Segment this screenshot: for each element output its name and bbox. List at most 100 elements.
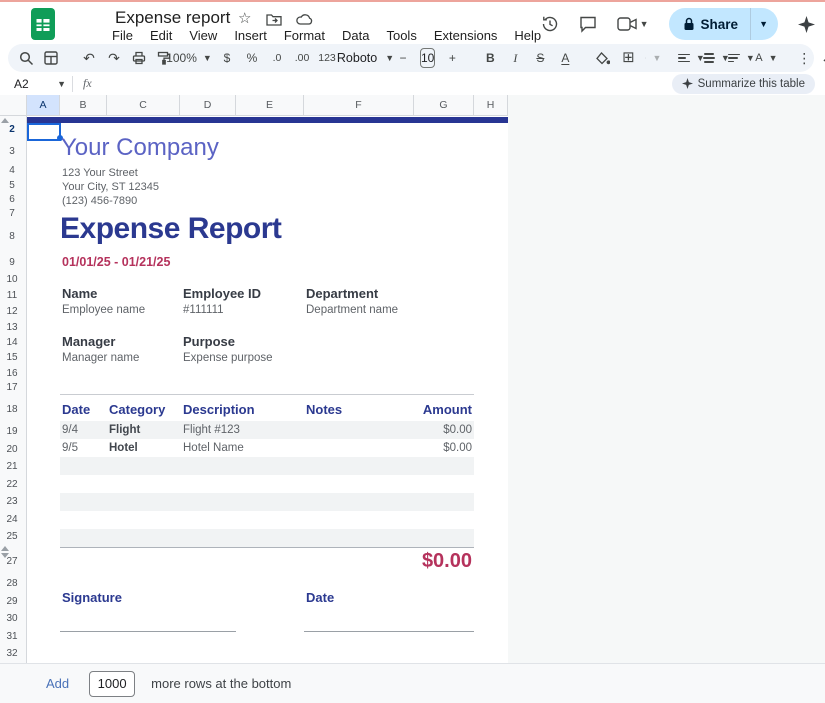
fill-color-icon[interactable] (595, 48, 611, 68)
increase-font-size-button[interactable]: + (444, 48, 460, 68)
collapse-toolbar-icon[interactable] (821, 48, 825, 68)
row-header-12[interactable]: 12 (0, 306, 24, 317)
column-header-D[interactable]: D (180, 95, 236, 116)
font-size-input[interactable]: 10 (420, 48, 435, 68)
meet-caret-icon[interactable]: ▼ (640, 19, 649, 29)
row-header-5[interactable]: 5 (0, 180, 24, 191)
bold-button[interactable]: B (482, 48, 498, 68)
menu-help[interactable]: Help (514, 28, 541, 43)
row-header-31[interactable]: 31 (0, 631, 24, 642)
column-header-F[interactable]: F (304, 95, 414, 116)
column-header-E[interactable]: E (236, 95, 304, 116)
row-header-19[interactable]: 19 (0, 426, 24, 437)
menu-format[interactable]: Format (284, 28, 325, 43)
table-row[interactable]: 9/4 Flight Flight #123 $0.00 (60, 421, 474, 439)
comments-icon[interactable] (579, 16, 597, 33)
move-folder-icon[interactable] (266, 13, 282, 26)
row-header-8[interactable]: 8 (0, 231, 24, 242)
merge-cells-icon[interactable]: ▼ (645, 48, 661, 68)
row-header-11[interactable]: 11 (0, 290, 24, 301)
row-header-32[interactable]: 32 (0, 648, 24, 659)
add-rows-button[interactable]: Add (46, 676, 69, 691)
font-family-select[interactable]: Roboto▼ (357, 48, 373, 68)
horizontal-align-icon[interactable]: ▼ (683, 48, 699, 68)
more-toolbar-icon[interactable]: ⋮ (796, 48, 812, 68)
decrease-decimals-button[interactable]: .0 (269, 48, 285, 68)
share-button[interactable]: Share ▼ (669, 8, 778, 40)
format-currency-button[interactable]: $ (219, 48, 235, 68)
increase-decimals-button[interactable]: .00 (294, 48, 310, 68)
row-header-24[interactable]: 24 (0, 514, 24, 525)
undo-icon[interactable]: ↶ (81, 48, 97, 68)
sheet-canvas[interactable]: Your Company 123 Your Street Your City, … (27, 116, 508, 663)
sheets-logo-icon[interactable] (30, 7, 56, 41)
row-header-21[interactable]: 21 (0, 461, 24, 472)
row-header-18[interactable]: 18 (0, 404, 24, 415)
row-header-2[interactable]: 2 (0, 124, 24, 135)
redo-icon[interactable]: ↷ (106, 48, 122, 68)
row-header-27[interactable]: 27 (0, 556, 24, 567)
row-header-17[interactable]: 17 (0, 382, 24, 393)
vertical-align-icon[interactable]: ▼ (708, 48, 724, 68)
table-row[interactable]: 9/5 Hotel Hotel Name $0.00 (60, 439, 474, 457)
row-header-25[interactable]: 25 (0, 531, 24, 542)
gemini-sparkle-icon[interactable] (798, 16, 815, 33)
cloud-saved-icon[interactable] (296, 13, 313, 25)
decrease-font-size-button[interactable]: − (395, 48, 411, 68)
column-header-G[interactable]: G (414, 95, 474, 116)
column-header-B[interactable]: B (60, 95, 107, 116)
hidden-row-1-marker[interactable] (1, 118, 9, 123)
table-row-empty[interactable] (60, 529, 474, 547)
menu-file[interactable]: File (112, 28, 133, 43)
meet-video-icon[interactable]: ▼ (617, 17, 649, 31)
row-header-4[interactable]: 4 (0, 165, 24, 176)
zoom-select[interactable]: 100%▼ (181, 48, 197, 68)
print-icon[interactable] (131, 48, 147, 68)
row-header-13[interactable]: 13 (0, 322, 24, 333)
name-box[interactable]: A2▼ (14, 77, 66, 91)
menu-data[interactable]: Data (342, 28, 369, 43)
menus-grid-icon[interactable] (43, 48, 59, 68)
search-icon[interactable] (18, 48, 34, 68)
table-row-empty[interactable] (60, 493, 474, 511)
menu-extensions[interactable]: Extensions (434, 28, 498, 43)
italic-button[interactable]: I (507, 48, 523, 68)
row-header-14[interactable]: 14 (0, 337, 24, 348)
row-header-6[interactable]: 6 (0, 194, 24, 205)
text-color-button[interactable]: A (557, 48, 573, 68)
more-formats-button[interactable]: 123 (319, 48, 335, 68)
row-header-9[interactable]: 9 (0, 257, 24, 268)
column-header-C[interactable]: C (107, 95, 180, 116)
select-all-corner[interactable] (0, 95, 27, 116)
hidden-row-26-marker-up[interactable] (1, 546, 9, 551)
row-header-16[interactable]: 16 (0, 368, 24, 379)
table-row-empty[interactable] (60, 511, 474, 529)
row-header-20[interactable]: 20 (0, 444, 24, 455)
table-row-empty[interactable] (60, 457, 474, 475)
row-header-23[interactable]: 23 (0, 496, 24, 507)
rows-count-input[interactable]: 1000 (89, 671, 135, 697)
row-header-30[interactable]: 30 (0, 613, 24, 624)
row-header-29[interactable]: 29 (0, 596, 24, 607)
menu-edit[interactable]: Edit (150, 28, 172, 43)
format-percent-button[interactable]: % (244, 48, 260, 68)
row-header-3[interactable]: 3 (0, 146, 24, 157)
menu-tools[interactable]: Tools (386, 28, 416, 43)
row-header-28[interactable]: 28 (0, 578, 24, 589)
row-header-10[interactable]: 10 (0, 274, 24, 285)
strikethrough-button[interactable]: S (532, 48, 548, 68)
column-header-A[interactable]: A (27, 95, 60, 116)
text-rotation-icon[interactable]: A▼ (758, 48, 774, 68)
column-header-H[interactable]: H (474, 95, 508, 116)
document-title[interactable]: Expense report (115, 8, 230, 28)
summarize-table-button[interactable]: Summarize this table (672, 74, 815, 94)
menu-insert[interactable]: Insert (234, 28, 267, 43)
table-row-empty[interactable] (60, 475, 474, 493)
version-history-icon[interactable] (541, 15, 559, 33)
borders-icon[interactable]: ⊞ (620, 48, 636, 68)
star-icon[interactable]: ☆ (238, 11, 251, 26)
selected-cell-a2[interactable] (27, 123, 61, 141)
menu-view[interactable]: View (189, 28, 217, 43)
row-header-15[interactable]: 15 (0, 352, 24, 363)
text-wrap-icon[interactable]: ▼ (733, 48, 749, 68)
